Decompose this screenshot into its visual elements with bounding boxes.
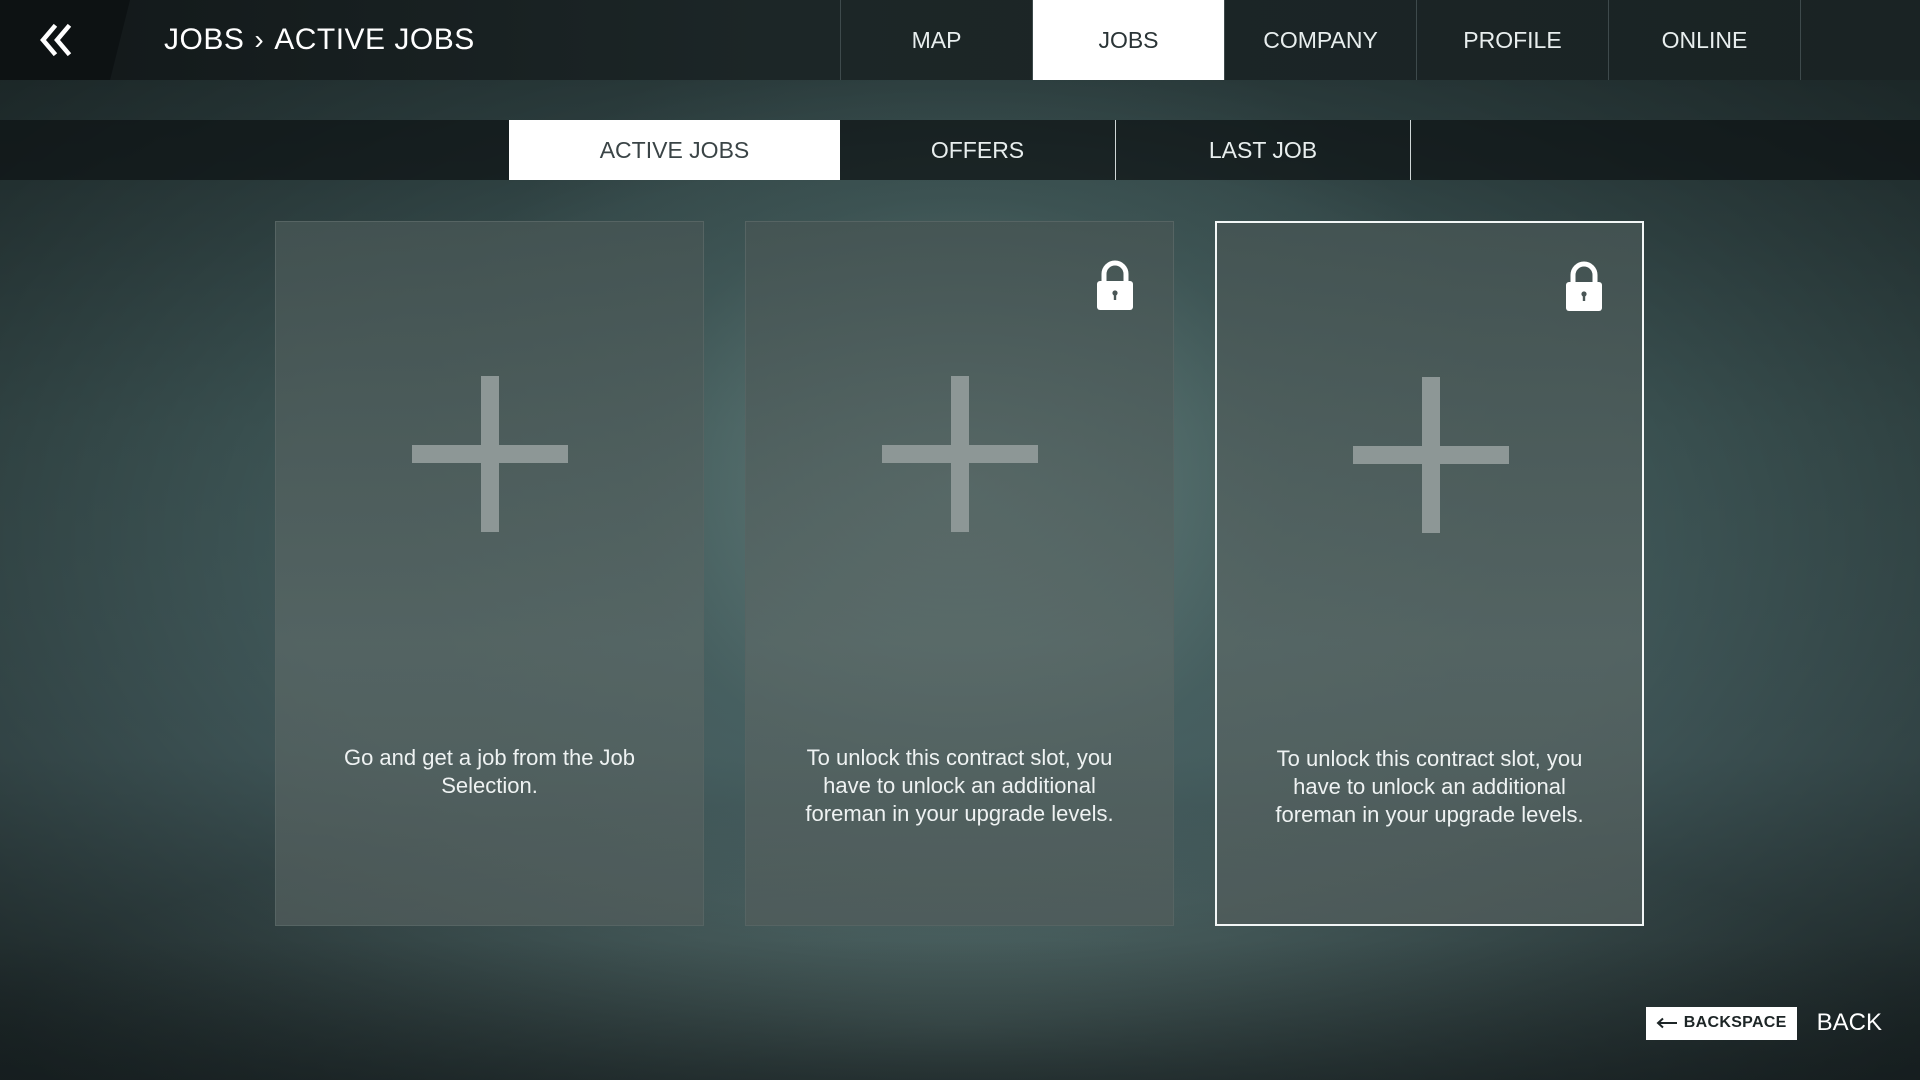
sub-tabs: ACTIVE JOBS OFFERS LAST JOB [509,120,1411,180]
breadcrumb-separator: › [254,24,265,55]
backspace-key-label: BACKSPACE [1683,1014,1787,1031]
back-button[interactable] [0,0,130,80]
breadcrumb-jobs[interactable]: JOBS [164,23,244,57]
tab-map[interactable]: MAP [840,0,1032,80]
back-hint: BACKSPACE BACK [1645,1006,1882,1040]
tab-online[interactable]: ONLINE [1608,0,1801,80]
plus-icon [1353,377,1509,533]
top-bar: JOBS › ACTIVE JOBS MAP JOBS COMPANY PROF… [0,0,1920,80]
job-slot-message: Go and get a job from the Job Selection. [343,745,636,798]
arrow-left-icon [1656,1017,1677,1029]
job-slot-3[interactable]: To unlock this contract slot, you have t… [1215,221,1644,926]
breadcrumb: JOBS › ACTIVE JOBS [164,0,475,80]
job-slot-2[interactable]: To unlock this contract slot, you have t… [745,221,1174,926]
subtab-last-job[interactable]: LAST JOB [1116,120,1411,180]
tab-company[interactable]: COMPANY [1224,0,1416,80]
double-chevron-left-icon [40,23,72,57]
backspace-key[interactable]: BACKSPACE [1645,1006,1797,1040]
sub-tab-bar: ACTIVE JOBS OFFERS LAST JOB [0,120,1920,180]
plus-icon [412,376,568,532]
plus-icon [882,376,1038,532]
subtab-offers[interactable]: OFFERS [840,120,1116,180]
tab-profile[interactable]: PROFILE [1416,0,1608,80]
job-slot-message: To unlock this contract slot, you have t… [1275,746,1584,827]
main-tabs: MAP JOBS COMPANY PROFILE ONLINE [840,0,1801,80]
back-label[interactable]: BACK [1817,1009,1882,1037]
breadcrumb-active-jobs: ACTIVE JOBS [274,23,475,56]
job-slot-1[interactable]: Go and get a job from the Job Selection. [275,221,704,926]
subtab-active-jobs[interactable]: ACTIVE JOBS [509,120,840,180]
job-slot-message: To unlock this contract slot, you have t… [805,745,1114,826]
tab-jobs[interactable]: JOBS [1032,0,1224,80]
lock-icon [1566,261,1602,311]
background-floor [0,940,1920,1080]
lock-icon [1097,260,1133,310]
